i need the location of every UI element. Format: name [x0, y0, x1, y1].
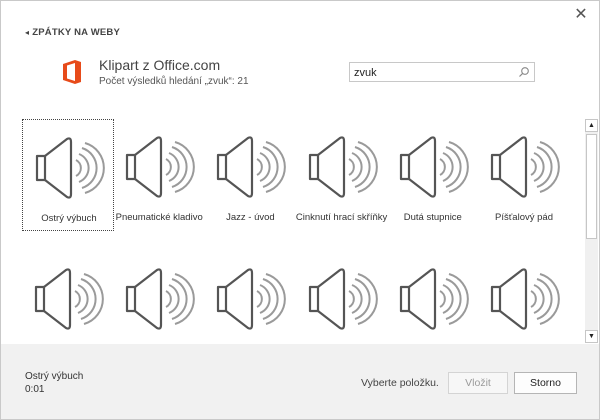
results-grid: Ostrý výbuch Pneumatické kladivo Jazz - úv… [19, 119, 585, 343]
speaker-sound-icon [34, 268, 104, 330]
speaker-sound-icon [490, 268, 560, 330]
back-label: ZPÁTKY NA WEBY [32, 27, 120, 38]
clipart-item[interactable]: Píšťalový pád [478, 119, 570, 231]
clipart-item[interactable]: Pneumatické kladivo [113, 119, 205, 231]
vertical-scrollbar[interactable]: ▲ ▼ [585, 119, 598, 343]
clipart-item[interactable]: Průjezd vlaku [22, 251, 114, 343]
speaker-sound-icon [217, 136, 287, 198]
clipart-dialog: ✕ ◂ ZPÁTKY NA WEBY Klipart z Office.com … [0, 0, 600, 420]
scroll-thumb[interactable] [586, 134, 597, 239]
close-icon[interactable]: ✕ [571, 5, 591, 25]
speaker-sound-icon [308, 268, 378, 330]
selected-item-name: Ostrý výbuch [25, 371, 84, 382]
clipart-item-label: Píšťalový pád [495, 212, 553, 223]
office-logo-icon [63, 60, 81, 84]
clipart-item[interactable]: Romantická hudba [296, 251, 388, 343]
insert-button[interactable]: Vložit [448, 372, 508, 394]
speaker-sound-icon [399, 136, 469, 198]
scroll-down-button[interactable]: ▼ [585, 330, 598, 343]
scroll-up-button[interactable]: ▲ [585, 119, 598, 132]
speaker-sound-icon [217, 268, 287, 330]
selected-item-duration: 0:01 [25, 384, 45, 395]
clipart-item[interactable]: Cinknutí hrací skříňky [296, 119, 388, 231]
search-box [349, 62, 535, 82]
clipart-item-label: Ostrý výbuch [41, 213, 97, 224]
clipart-item[interactable]: Jazz - úvod [204, 119, 296, 231]
status-text: Vyberte položku. [361, 377, 439, 389]
clipart-item-label: Pneumatické kladivo [115, 212, 203, 223]
chevron-left-icon: ◂ [25, 28, 30, 37]
speaker-sound-icon [126, 268, 196, 330]
search-input[interactable] [350, 64, 514, 82]
clipart-item[interactable]: Sport - úvod [387, 251, 479, 343]
clipart-item[interactable]: Malý Betlém [113, 251, 205, 343]
clipart-item[interactable]: Cinknutí hrací skříňky [204, 251, 296, 343]
speaker-sound-icon [308, 136, 378, 198]
clipart-item[interactable]: Karibský tanec 1 [478, 251, 570, 343]
speaker-sound-icon [126, 136, 196, 198]
clipart-item-label: Cinknutí hrací skříňky [295, 212, 388, 223]
clipart-item-label: Dutá stupnice [403, 212, 462, 223]
clipart-item-label: Jazz - úvod [226, 212, 275, 223]
speaker-sound-icon [399, 268, 469, 330]
cancel-button[interactable]: Storno [514, 372, 577, 394]
search-icon[interactable] [518, 66, 530, 78]
clipart-item[interactable]: Ostrý výbuch [22, 119, 114, 231]
source-title: Klipart z Office.com [99, 57, 221, 73]
back-to-sites-link[interactable]: ◂ ZPÁTKY NA WEBY [25, 27, 120, 38]
dialog-footer: Ostrý výbuch 0:01 Vyberte položku. Vloži… [1, 344, 599, 419]
speaker-sound-icon [490, 136, 560, 198]
results-count: Počet výsledků hledání „zvuk“: 21 [99, 76, 249, 87]
clipart-item[interactable]: Dutá stupnice [387, 119, 479, 231]
speaker-sound-icon [35, 137, 105, 199]
